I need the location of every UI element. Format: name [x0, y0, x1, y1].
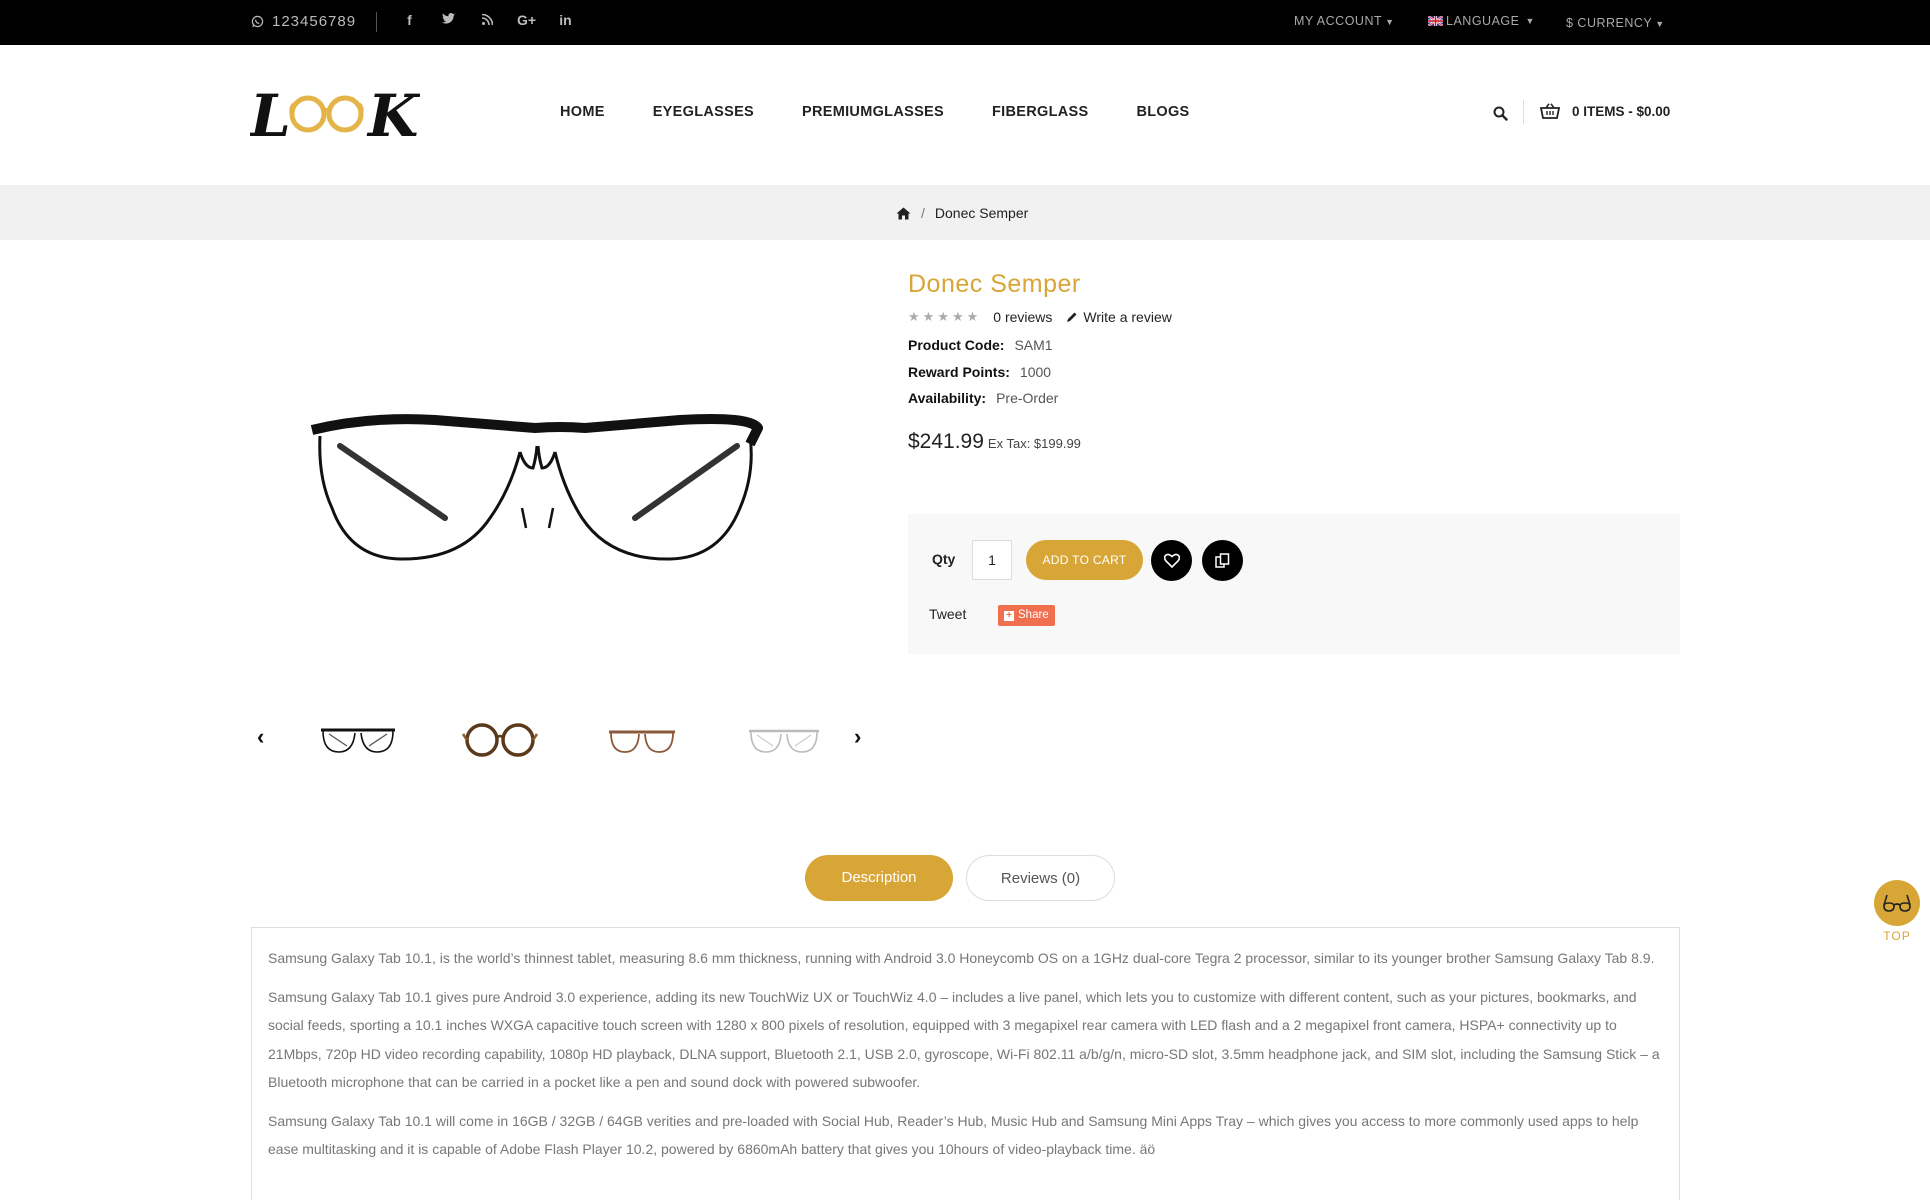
price-value: $241.99 [908, 430, 984, 453]
product-title: Donec Semper [908, 270, 1081, 298]
thumbnail-carousel: ‹ › [250, 712, 870, 762]
site-logo[interactable]: L K [248, 80, 421, 150]
availability-row: Availability: Pre-Order [908, 390, 1058, 406]
linkedin-icon[interactable]: in [546, 12, 585, 28]
nav-fiberglass[interactable]: FIBERGLASS [992, 104, 1088, 120]
divider [376, 12, 377, 32]
description-panel: Samsung Galaxy Tab 10.1, is the world’s … [251, 927, 1680, 1200]
product-code-value: SAM1 [1014, 337, 1053, 353]
rating-row: ★ ★ ★ ★ ★ 0 reviews Write a review [908, 308, 1172, 325]
reward-points-row: Reward Points: 1000 [908, 364, 1051, 380]
rating-stars: ★ ★ ★ ★ ★ [908, 308, 981, 325]
divider [1523, 100, 1524, 124]
chevron-right-icon[interactable]: › [854, 724, 861, 750]
add-to-cart-button[interactable]: ADD TO CART [1026, 540, 1143, 580]
home-icon[interactable] [896, 207, 911, 220]
main-nav: HOME EYEGLASSES PREMIUMGLASSES FIBERGLAS… [560, 104, 1238, 120]
chevron-left-icon[interactable]: ‹ [257, 724, 264, 750]
my-account-dropdown[interactable]: MY ACCOUNT ▼ [1294, 14, 1395, 28]
back-to-top-button[interactable]: TOP [1874, 880, 1920, 946]
availability-label: Availability: [908, 390, 987, 406]
breadcrumb: / Donec Semper [896, 205, 1028, 221]
google-plus-icon[interactable]: G+ [507, 12, 546, 28]
chevron-down-icon: ▼ [1525, 16, 1535, 26]
product-thumbnail[interactable] [597, 712, 687, 762]
nav-premiumglasses[interactable]: PREMIUMGLASSES [802, 104, 944, 120]
share-label: Share [1018, 609, 1049, 621]
product-code-label: Product Code: [908, 337, 1005, 353]
product-thumbnail[interactable] [313, 712, 403, 762]
price: $241.99 Ex Tax: $199.99 [908, 430, 1081, 454]
description-paragraph: Samsung Galaxy Tab 10.1 will come in 16G… [268, 1112, 1639, 1158]
phone-number: 123456789 [272, 13, 357, 30]
top-bar: 123456789 f G+ in MY ACCOUNT ▼ LANGUAGE ▼ … [0, 0, 1930, 45]
ex-tax-price: Ex Tax: $199.99 [987, 436, 1081, 451]
language-label: LANGUAGE [1446, 14, 1520, 28]
whatsapp-icon [251, 15, 264, 28]
uk-flag-icon [1428, 16, 1443, 26]
nav-home[interactable]: HOME [560, 104, 605, 120]
social-links: f G+ in [390, 12, 585, 28]
back-to-top-label: TOP [1883, 929, 1911, 943]
wishlist-button[interactable] [1151, 540, 1192, 581]
svg-text:K: K [366, 82, 420, 142]
plus-icon: + [1004, 610, 1014, 621]
tab-description[interactable]: Description [805, 855, 953, 901]
star-icon: ★ [908, 309, 920, 324]
compare-icon [1215, 553, 1230, 568]
availability-value: Pre-Order [996, 390, 1059, 406]
description-paragraph: Samsung Galaxy Tab 10.1 gives pure Andro… [268, 988, 1660, 1091]
quantity-input[interactable]: 1 [972, 540, 1012, 580]
cart-label: 0 ITEMS - $0.00 [1572, 103, 1671, 119]
share-button[interactable]: + Share [998, 605, 1055, 626]
tweet-button[interactable]: Tweet [929, 606, 966, 622]
search-icon[interactable] [1493, 106, 1508, 126]
star-icon: ★ [937, 309, 949, 324]
product-thumbnail[interactable] [739, 712, 829, 762]
reviews-link[interactable]: 0 reviews [993, 309, 1052, 325]
chevron-down-icon: ▼ [1385, 17, 1395, 27]
add-to-cart-panel: Qty 1 ADD TO CART Tweet + Share [908, 514, 1680, 654]
product-thumbnail[interactable] [455, 712, 545, 762]
my-account-label: MY ACCOUNT [1294, 14, 1383, 28]
breadcrumb-separator: / [921, 205, 925, 221]
tab-reviews[interactable]: Reviews (0) [966, 855, 1115, 901]
language-dropdown[interactable]: LANGUAGE ▼ [1428, 14, 1535, 28]
star-icon: ★ [966, 309, 979, 324]
star-icon: ★ [951, 309, 964, 324]
rss-icon[interactable] [468, 12, 507, 28]
description-paragraph: Samsung Galaxy Tab 10.1, is the world’s … [268, 950, 1655, 966]
cart-button[interactable]: 0 ITEMS - $0.00 [1540, 103, 1670, 119]
breadcrumb-bar: / Donec Semper [0, 185, 1930, 240]
heart-icon [1163, 553, 1180, 568]
product-code-row: Product Code: SAM1 [908, 337, 1053, 353]
facebook-icon[interactable]: f [390, 12, 429, 28]
reward-points-label: Reward Points: [908, 364, 1010, 380]
product-main-image[interactable] [250, 268, 870, 678]
chevron-down-icon: ▼ [1655, 19, 1665, 29]
nav-eyeglasses[interactable]: EYEGLASSES [653, 104, 754, 120]
write-review-label: Write a review [1083, 308, 1172, 325]
qty-label: Qty [932, 551, 956, 567]
basket-icon [1540, 103, 1560, 119]
phone-contact[interactable]: 123456789 [251, 13, 356, 30]
star-icon: ★ [922, 309, 935, 324]
write-review-link[interactable]: Write a review [1066, 308, 1172, 325]
svg-text:L: L [250, 82, 291, 142]
currency-label: $ CURRENCY [1566, 16, 1653, 30]
glasses-icon [1874, 880, 1920, 926]
reward-points-value: 1000 [1019, 364, 1052, 380]
currency-dropdown[interactable]: $ CURRENCY ▼ [1566, 16, 1665, 30]
twitter-icon[interactable] [429, 12, 468, 28]
pencil-icon [1067, 312, 1077, 322]
compare-button[interactable] [1202, 540, 1243, 581]
breadcrumb-current[interactable]: Donec Semper [935, 205, 1028, 221]
nav-blogs[interactable]: BLOGS [1136, 104, 1189, 120]
